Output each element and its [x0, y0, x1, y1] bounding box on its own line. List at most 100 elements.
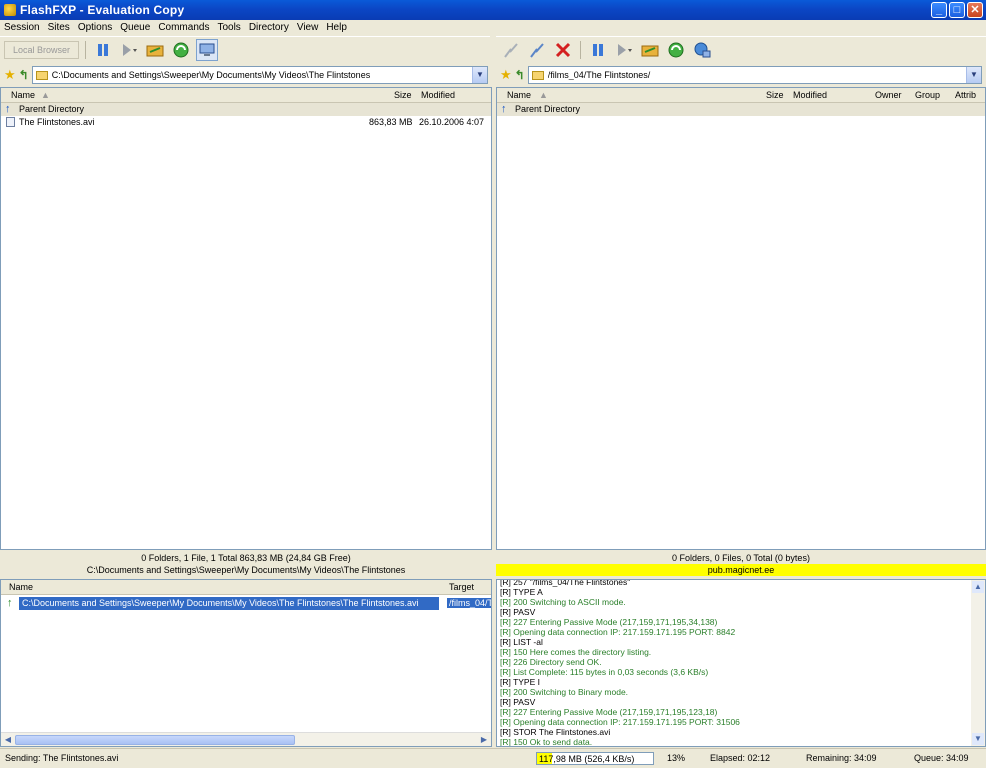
log-line: [R] 200 Switching to ASCII mode. — [500, 597, 626, 607]
connect-button[interactable] — [500, 39, 522, 61]
parent-folder-icon[interactable]: ↰ — [515, 68, 525, 82]
toolbar-separator — [85, 40, 87, 59]
scrollbar-thumb[interactable] — [15, 735, 295, 745]
queue-item[interactable]: ↑ C:\Documents and Settings\Sweeper\My D… — [1, 597, 491, 610]
file-name: The Flintstones.avi — [19, 117, 95, 127]
scroll-left-icon[interactable]: ◀ — [2, 734, 14, 746]
upload-arrow-icon: ↑ — [7, 597, 13, 609]
transfer-button[interactable] — [118, 39, 140, 61]
log-lines: [R] 257 "/films_04/The Flintstones" [R] T… — [497, 579, 971, 746]
local-path-text: C:\Documents and Settings\Sweeper\My Doc… — [51, 70, 371, 80]
folder-icon — [35, 70, 48, 80]
percent-complete: 13% — [667, 753, 686, 763]
column-group[interactable]: Group — [915, 90, 940, 100]
menu-help[interactable]: Help — [326, 20, 347, 35]
transfer-arrow-icon — [123, 43, 138, 56]
sending-status: Sending: The Flintstones.avi — [5, 753, 119, 763]
transfer-arrow-icon — [618, 43, 632, 56]
computer-icon — [199, 43, 215, 56]
video-file-icon — [6, 117, 15, 127]
refresh-folder-button[interactable] — [144, 39, 166, 61]
local-toolbar: Local Browser — [0, 36, 490, 62]
quick-connect-button[interactable] — [526, 39, 548, 61]
column-modified[interactable]: Modified — [421, 90, 455, 100]
remote-refresh-button[interactable] — [665, 39, 687, 61]
queue-column-target[interactable]: Target — [449, 582, 474, 592]
menu-directory[interactable]: Directory — [249, 20, 289, 35]
favorites-star-icon[interactable]: ★ — [500, 67, 512, 83]
remote-summary: 0 Folders, 0 Files, 0 Total (0 bytes) — [672, 553, 810, 563]
menu-queue[interactable]: Queue — [120, 20, 150, 35]
local-path-combo[interactable]: C:\Documents and Settings\Sweeper\My Doc… — [31, 66, 488, 84]
column-size[interactable]: Size — [394, 90, 412, 100]
site-manager-button[interactable] — [196, 38, 219, 61]
remote-pause-button[interactable] — [587, 39, 609, 61]
log-vertical-scrollbar[interactable]: ▲ ▼ — [971, 580, 985, 746]
up-arrow-icon: ↑ — [501, 103, 507, 115]
column-attrib[interactable]: Attrib — [955, 90, 976, 100]
globe-icon — [694, 42, 711, 57]
scroll-right-icon[interactable]: ▶ — [478, 734, 490, 746]
menu-sites[interactable]: Sites — [48, 20, 70, 35]
column-name[interactable]: Name — [507, 90, 531, 100]
remote-path-combo[interactable]: /films_04/The Flintstones/ ▼ — [527, 66, 982, 84]
log-line: [R] 227 Entering Passive Mode (217,159,1… — [500, 707, 718, 717]
chevron-down-icon[interactable]: ▼ — [966, 67, 981, 83]
log-line: [R] 200 Switching to Binary mode. — [500, 687, 629, 697]
title-bar: FlashFXP - Evaluation Copy _ □ ✕ — [0, 0, 986, 20]
column-owner[interactable]: Owner — [875, 90, 902, 100]
local-status-path: C:\Documents and Settings\Sweeper\My Doc… — [86, 565, 406, 575]
local-browser-button[interactable]: Local Browser — [4, 40, 80, 59]
lightning-blue-icon — [530, 42, 544, 58]
remote-file-list: Name ▲ Size Modified Owner Group Attrib … — [496, 87, 986, 550]
column-modified[interactable]: Modified — [793, 90, 827, 100]
toolbar-separator — [580, 40, 581, 59]
scroll-up-icon[interactable]: ▲ — [972, 581, 984, 593]
column-name[interactable]: Name — [11, 90, 35, 100]
elapsed-time: Elapsed: 02:12 — [710, 753, 771, 763]
log-line: [R] 257 "/films_04/The Flintstones" — [500, 579, 631, 587]
log-line: [R] 226 Directory send OK. — [500, 657, 602, 667]
log-line: [R] PASV — [500, 697, 536, 707]
disconnect-button[interactable] — [552, 39, 574, 61]
folder-sync-icon — [641, 45, 659, 56]
refresh-button[interactable] — [170, 39, 192, 61]
queue-horizontal-scrollbar[interactable]: ◀ ▶ — [1, 732, 491, 746]
pause-button[interactable] — [92, 39, 114, 61]
favorites-star-icon[interactable]: ★ — [4, 67, 16, 83]
close-button[interactable]: ✕ — [967, 2, 983, 18]
remote-refresh-folder-button[interactable] — [639, 39, 661, 61]
scroll-down-icon[interactable]: ▼ — [972, 733, 984, 745]
remote-transfer-button[interactable] — [613, 39, 635, 61]
log-line: [R] 150 Here comes the directory listing… — [500, 647, 652, 657]
site-info-button[interactable] — [691, 39, 713, 61]
sort-asc-icon: ▲ — [41, 90, 50, 100]
transfer-queue: Name Target ↑ C:\Documents and Settings\… — [0, 579, 492, 747]
window-title: FlashFXP - Evaluation Copy — [20, 3, 185, 17]
chevron-down-icon[interactable]: ▼ — [472, 67, 487, 83]
pause-icon — [98, 43, 109, 56]
log-line: [R] STOR The Flintstones.avi — [500, 727, 611, 737]
column-size[interactable]: Size — [766, 90, 784, 100]
menu-session[interactable]: Session — [4, 20, 40, 35]
log-line: [R] TYPE I — [500, 677, 540, 687]
queue-column-name[interactable]: Name — [9, 582, 33, 592]
log-line: [R] LIST -al — [500, 637, 543, 647]
maximize-button[interactable]: □ — [949, 2, 965, 18]
parent-folder-icon[interactable]: ↰ — [19, 68, 29, 82]
menu-tools[interactable]: Tools — [217, 20, 240, 35]
parent-directory-label: Parent Directory — [19, 104, 85, 114]
menu-commands[interactable]: Commands — [158, 20, 209, 35]
log-line: [R] TYPE A — [500, 587, 543, 597]
parent-directory-row[interactable]: ↑ Parent Directory — [1, 103, 491, 116]
file-size: 863,83 MB — [369, 117, 413, 127]
red-x-icon — [555, 42, 571, 57]
file-row[interactable]: The Flintstones.avi 863,83 MB 26.10.2006… — [1, 116, 491, 129]
menu-view[interactable]: View — [297, 20, 319, 35]
log-line: [R] 227 Entering Passive Mode (217,159,1… — [500, 617, 718, 627]
minimize-button[interactable]: _ — [931, 2, 947, 18]
transferred-amount: 117,98 MB (526,4 KB/s) — [539, 754, 635, 764]
remote-path-bar: ★ ↰ /films_04/The Flintstones/ ▼ — [496, 64, 986, 86]
menu-options[interactable]: Options — [78, 20, 112, 35]
parent-directory-row[interactable]: ↑ Parent Directory — [497, 103, 985, 116]
